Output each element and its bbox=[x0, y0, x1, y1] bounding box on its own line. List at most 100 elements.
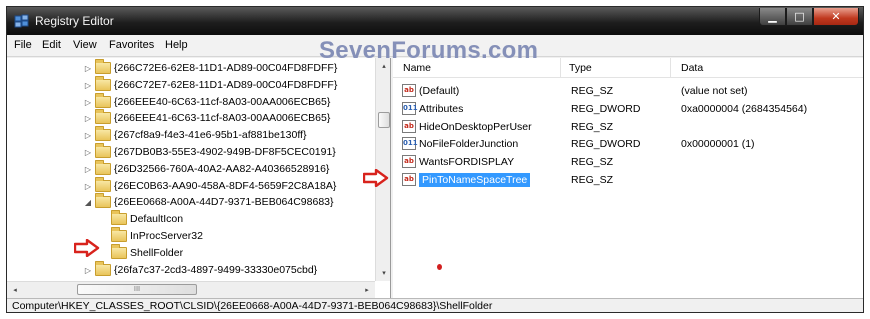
value-row[interactable]: ab WantsFORDISPLAY REG_SZ bbox=[393, 153, 863, 171]
key-tree-pane[interactable]: ▷ {266C72E6-62E8-11D1-AD89-00C04FD8FDFF} ▷… bbox=[7, 58, 391, 298]
expand-arrow-icon[interactable]: ▷ bbox=[83, 266, 93, 276]
tree-item[interactable]: ShellFolder bbox=[7, 243, 375, 262]
tree-item-label: {26EC0B63-AA90-458A-8DF4-5659F2C8A18A} bbox=[114, 179, 337, 192]
scroll-down-icon[interactable]: ▾ bbox=[376, 265, 390, 281]
value-row[interactable]: ab (Default) REG_SZ (value not set) bbox=[393, 82, 863, 100]
expand-arrow-icon[interactable]: ▷ bbox=[83, 182, 93, 192]
status-path: Computer\HKEY_CLASSES_ROOT\CLSID\{26EE06… bbox=[12, 300, 493, 312]
expand-arrow-icon[interactable]: ▷ bbox=[83, 114, 93, 124]
tree-item[interactable]: ▷ {26fa7c37-2cd3-4897-9499-33330e075cbd} bbox=[7, 260, 375, 279]
value-type: REG_SZ bbox=[571, 120, 614, 133]
scroll-up-icon[interactable]: ▴ bbox=[376, 58, 390, 74]
tree-item-label: {26EE0668-A00A-44D7-9371-BEB064C98683} bbox=[114, 196, 334, 209]
value-data: 0xa0000004 (2684354564) bbox=[681, 102, 808, 115]
tree-item-label: {26D32566-760A-40A2-AA82-A40366528916} bbox=[114, 162, 330, 175]
string-value-icon: ab bbox=[402, 173, 416, 186]
tree-item[interactable]: ▷ {267DB0B3-55E3-4902-949B-DF8F5CEC0191} bbox=[7, 143, 375, 161]
folder-icon bbox=[95, 143, 111, 158]
menu-view[interactable]: View bbox=[73, 39, 97, 51]
folder-icon bbox=[111, 227, 127, 242]
string-value-icon: ab bbox=[402, 119, 416, 133]
expand-arrow-icon[interactable]: ▷ bbox=[83, 98, 93, 108]
collapse-arrow-icon[interactable]: ◢ bbox=[83, 198, 93, 208]
menu-edit[interactable]: Edit bbox=[42, 39, 61, 51]
value-name: WantsFORDISPLAY bbox=[419, 156, 515, 169]
tree-hscroll-thumb[interactable]: III bbox=[77, 284, 197, 295]
value-name: Attributes bbox=[419, 102, 464, 115]
tree-item[interactable]: DefaultIcon bbox=[7, 210, 375, 228]
scroll-right-icon[interactable]: ▸ bbox=[359, 282, 375, 298]
close-button[interactable]: ✕ bbox=[813, 8, 859, 26]
menu-file[interactable]: File bbox=[14, 39, 32, 51]
folder-icon bbox=[111, 210, 127, 226]
tree-item[interactable]: ▷ {26EC0B63-AA90-458A-8DF4-5659F2C8A18A} bbox=[7, 176, 375, 195]
tree-item[interactable]: ▷ {266C72E6-62E8-11D1-AD89-00C04FD8FDFF} bbox=[7, 59, 375, 77]
tree-item-label: {266C72E7-62E8-11D1-AD89-00C04FD8FDFF} bbox=[114, 78, 338, 91]
tree-item-label: {26fa7c37-2cd3-4897-9499-33330e075cbd} bbox=[114, 263, 318, 276]
value-data: (value not set) bbox=[681, 85, 748, 97]
folder-icon bbox=[95, 59, 111, 74]
value-name: NoFileFolderJunction bbox=[419, 138, 519, 151]
tree-item[interactable]: ▷ {266EEE41-6C63-11cf-8A03-00AA006ECB65} bbox=[7, 109, 375, 127]
value-row[interactable]: 011 NoFileFolderJunction REG_DWORD 0x000000… bbox=[393, 135, 863, 153]
binary-value-icon: 011 bbox=[402, 137, 418, 151]
expand-arrow-icon bbox=[99, 232, 109, 242]
value-type: REG_DWORD bbox=[571, 138, 641, 151]
column-header-name[interactable]: Name bbox=[393, 58, 561, 78]
value-type: REG_SZ bbox=[571, 156, 614, 169]
expand-arrow-icon[interactable]: ▷ bbox=[83, 148, 93, 158]
folder-icon bbox=[95, 176, 111, 192]
tree-item-label: DefaultIcon bbox=[130, 213, 184, 226]
folder-icon bbox=[95, 92, 111, 108]
tree-item-label: {266EEE41-6C63-11cf-8A03-00AA006ECB65} bbox=[114, 112, 331, 125]
title-bar[interactable]: Registry Editor ▁ □ ✕ bbox=[7, 7, 863, 35]
minimize-button[interactable]: ▁ bbox=[759, 8, 786, 26]
value-row[interactable]: ab PinToNameSpaceTree REG_SZ bbox=[393, 171, 863, 189]
binary-value-icon: 011 bbox=[402, 101, 418, 115]
minimize-icon: ▁ bbox=[768, 10, 777, 23]
tree-item[interactable]: InProcServer32 bbox=[7, 227, 375, 245]
expand-arrow-icon[interactable]: ▷ bbox=[83, 81, 93, 91]
tree-item-label: {266C72E6-62E8-11D1-AD89-00C04FD8FDFF} bbox=[114, 62, 338, 74]
value-row[interactable]: 011 Attributes REG_DWORD 0xa0000004 (268435… bbox=[393, 100, 863, 118]
expand-arrow-icon bbox=[99, 249, 109, 259]
value-name: (Default) bbox=[419, 85, 460, 97]
maximize-button[interactable]: □ bbox=[786, 8, 813, 26]
folder-icon bbox=[111, 243, 127, 259]
folder-icon bbox=[95, 109, 111, 125]
tree-item[interactable]: ▷ {26D32566-760A-40A2-AA82-A40366528916} bbox=[7, 159, 375, 178]
registry-editor-window: Registry Editor ▁ □ ✕ File Edit View Fav… bbox=[6, 6, 864, 313]
maximize-icon: □ bbox=[794, 10, 805, 23]
tree-item-label: InProcServer32 bbox=[130, 230, 203, 242]
close-icon: ✕ bbox=[831, 10, 841, 23]
expand-arrow-icon[interactable]: ▷ bbox=[83, 165, 93, 175]
expand-arrow-icon[interactable]: ▷ bbox=[83, 131, 93, 141]
expand-arrow-icon bbox=[99, 215, 109, 225]
column-header-data[interactable]: Data bbox=[671, 58, 863, 78]
string-value-icon: ab bbox=[402, 155, 416, 169]
window-title: Registry Editor bbox=[35, 14, 114, 28]
value-type: REG_SZ bbox=[571, 85, 614, 97]
values-list-pane[interactable]: Name Type Data ab (Default) REG_SZ (value n… bbox=[393, 58, 863, 298]
menu-favorites[interactable]: Favorites bbox=[109, 39, 154, 51]
value-name: PinToNameSpaceTree bbox=[419, 173, 531, 187]
column-header-type[interactable]: Type bbox=[561, 58, 671, 78]
registry-editor-app-icon bbox=[14, 13, 30, 29]
tree-item[interactable]: ▷ {266EEE40-6C63-11cf-8A03-00AA006ECB65} bbox=[7, 92, 375, 111]
tree-item[interactable]: ◢ {26EE0668-A00A-44D7-9371-BEB064C98683} bbox=[7, 193, 375, 211]
annotation-arrow-icon bbox=[74, 239, 100, 257]
string-value-icon: ab bbox=[402, 84, 416, 97]
status-bar: Computer\HKEY_CLASSES_ROOT\CLSID\{26EE06… bbox=[7, 298, 863, 312]
tree-item[interactable]: ▷ {267cf8a9-f4e3-41e6-95b1-af881be130ff} bbox=[7, 126, 375, 144]
tree-vscroll-thumb[interactable] bbox=[378, 112, 390, 128]
tree-horizontal-scrollbar[interactable]: ◂ III ▸ bbox=[7, 281, 375, 298]
value-row[interactable]: ab HideOnDesktopPerUser REG_SZ bbox=[393, 118, 863, 136]
tree-item-label: ShellFolder bbox=[130, 246, 184, 259]
value-type: REG_DWORD bbox=[571, 102, 641, 115]
expand-arrow-icon[interactable]: ▷ bbox=[83, 64, 93, 74]
tree-item-label: {266EEE40-6C63-11cf-8A03-00AA006ECB65} bbox=[114, 95, 331, 108]
menu-help[interactable]: Help bbox=[165, 39, 188, 51]
tree-item[interactable]: ▷ {266C72E7-62E8-11D1-AD89-00C04FD8FDFF} bbox=[7, 75, 375, 94]
annotation-dot bbox=[437, 264, 442, 270]
scroll-left-icon[interactable]: ◂ bbox=[7, 282, 23, 298]
